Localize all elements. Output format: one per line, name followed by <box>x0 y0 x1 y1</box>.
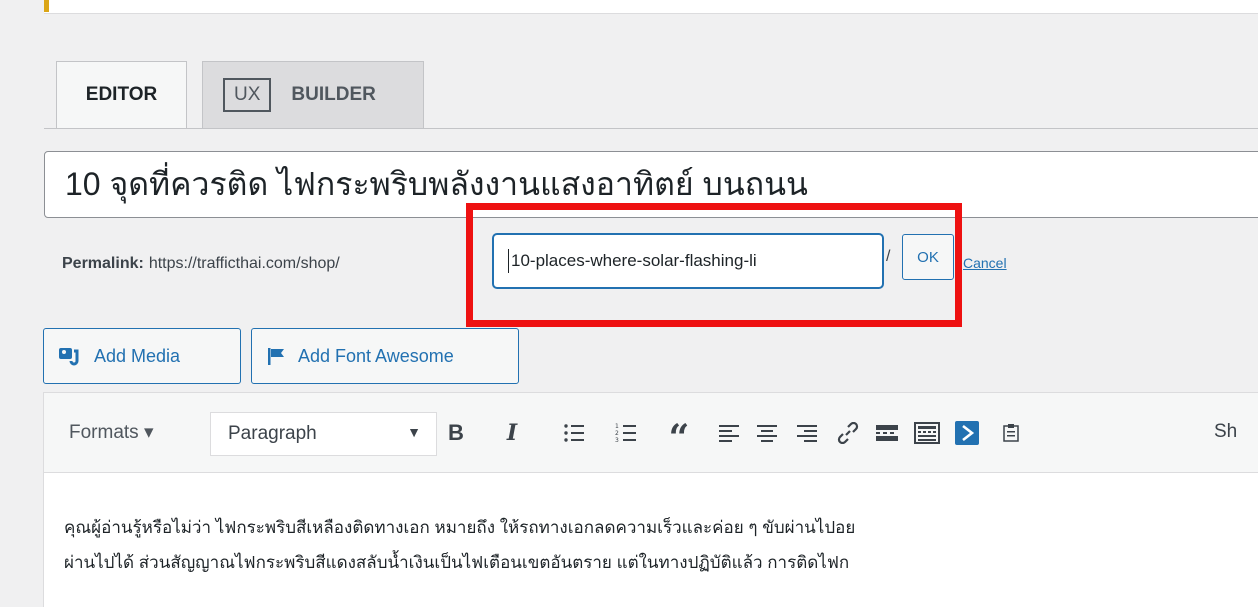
svg-text:2: 2 <box>615 430 619 437</box>
select-arrow-icon: ▼ <box>407 424 421 440</box>
ux-logo-icon: UX <box>223 78 272 112</box>
align-center-button[interactable] <box>752 415 782 451</box>
align-right-button[interactable] <box>792 415 822 451</box>
blockquote-button[interactable]: “ <box>664 415 694 459</box>
bold-button[interactable]: B <box>441 415 471 451</box>
editor-body[interactable]: คุณผู้อ่านรู้หรือไม่ว่า ไฟกระพริบสีเหลือ… <box>64 510 855 580</box>
clipboard-icon <box>1003 424 1019 442</box>
body-line-1: คุณผู้อ่านรู้หรือไม่ว่า ไฟกระพริบสีเหลือ… <box>64 518 856 537</box>
body-line-2: ผ่านไปได้ ส่วนสัญญาณไฟกระพริบสีแดงสลับน้… <box>64 553 850 572</box>
tab-editor-label: EDITOR <box>85 84 158 105</box>
permalink-cancel-link[interactable]: Cancel <box>963 255 1007 271</box>
admin-notice <box>44 0 1258 14</box>
permalink-base-url: https://trafficthai.com/shop/ <box>148 255 340 272</box>
show-more-button[interactable]: Sh <box>1214 421 1237 443</box>
paragraph-select[interactable]: Paragraph ▼ <box>210 412 437 456</box>
align-center-icon <box>757 425 777 442</box>
permalink-row: Permalink: https://trafficthai.com/shop/ <box>62 246 340 282</box>
svg-text:1: 1 <box>615 423 619 430</box>
formats-menu[interactable]: Formats ▾ <box>69 421 154 444</box>
add-font-awesome-button[interactable]: Add Font Awesome <box>251 328 519 384</box>
tab-ux-builder[interactable]: UX BUILDER <box>202 61 424 129</box>
italic-icon: I <box>506 420 518 446</box>
bullet-list-icon <box>564 424 584 442</box>
insert-link-button[interactable] <box>833 415 863 451</box>
bullet-list-button[interactable] <box>559 415 589 451</box>
toolbar-toggle-button[interactable] <box>912 415 942 451</box>
highlight-box <box>466 203 962 327</box>
read-more-icon <box>876 425 898 441</box>
add-media-label: Add Media <box>94 345 181 366</box>
editor-toolbar: Formats ▾ Paragraph ▼ B I 1 2 3 “ Sh <box>44 393 1258 473</box>
numbered-list-button[interactable]: 1 2 3 <box>611 415 641 451</box>
align-right-icon <box>797 425 817 442</box>
read-more-button[interactable] <box>872 415 902 451</box>
align-left-icon <box>719 425 739 442</box>
bold-icon: B <box>448 420 464 445</box>
media-icon <box>58 345 82 367</box>
shortcode-button[interactable] <box>952 415 982 451</box>
tabs-divider <box>44 128 1258 129</box>
link-icon <box>837 422 859 444</box>
chevron-right-icon <box>955 421 979 445</box>
keyboard-icon <box>914 422 940 444</box>
visual-editor: Formats ▾ Paragraph ▼ B I 1 2 3 “ Sh คุณ… <box>43 392 1258 607</box>
numbered-list-icon: 1 2 3 <box>615 423 636 444</box>
quote-icon: “ <box>668 417 690 459</box>
add-media-button[interactable]: Add Media <box>43 328 241 384</box>
notice-accent-bar <box>44 0 49 12</box>
tab-ux-builder-label: BUILDER <box>291 84 376 105</box>
tab-editor[interactable]: EDITOR <box>56 61 187 129</box>
permalink-label: Permalink: <box>62 255 144 272</box>
paste-text-button[interactable] <box>996 415 1026 451</box>
paragraph-select-value: Paragraph <box>228 423 317 444</box>
flag-icon <box>266 346 286 366</box>
svg-text:3: 3 <box>615 437 619 444</box>
align-left-button[interactable] <box>714 415 744 451</box>
add-font-awesome-label: Add Font Awesome <box>298 345 454 366</box>
italic-button[interactable]: I <box>497 415 527 451</box>
